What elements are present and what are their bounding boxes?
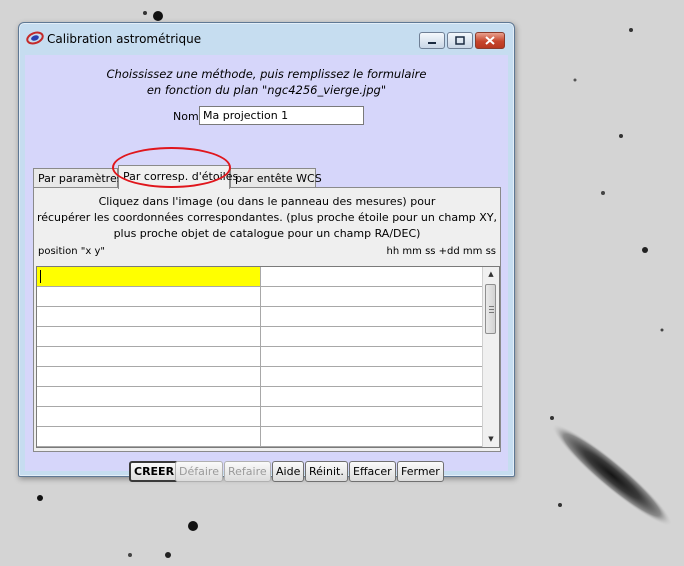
scroll-up-icon[interactable]: ▲ <box>483 267 499 282</box>
star <box>629 28 633 32</box>
table-row <box>37 287 485 307</box>
table-row <box>37 367 485 387</box>
table-row <box>37 347 485 367</box>
position-cell[interactable] <box>37 387 261 407</box>
coordinates-cell[interactable] <box>261 327 485 347</box>
star-matching-panel: Cliquez dans l'image (ou dans le panneau… <box>33 187 501 452</box>
table-row <box>37 407 485 427</box>
window-title: Calibration astrométrique <box>47 32 202 46</box>
calibration-window: Calibration astrométrique Choississez un… <box>18 22 515 482</box>
refaire-button[interactable]: Refaire <box>224 461 271 482</box>
coordinates-cell[interactable] <box>261 347 485 367</box>
instructions: Choississez une méthode, puis remplissez… <box>25 66 508 98</box>
star <box>619 134 623 138</box>
position-cell[interactable] <box>37 367 261 387</box>
text-caret <box>40 270 41 283</box>
table-row <box>37 307 485 327</box>
defaire-button[interactable]: Défaire <box>175 461 223 482</box>
red-highlight-ellipse <box>112 147 231 188</box>
correspondence-table: ▲ ▼ <box>36 266 500 448</box>
panel-description: Cliquez dans l'image (ou dans le panneau… <box>34 194 500 242</box>
close-window-button[interactable] <box>475 32 505 49</box>
position-cell-active[interactable] <box>37 267 261 287</box>
maximize-icon <box>455 36 465 45</box>
galaxy-app-icon <box>26 31 44 45</box>
coordinates-cell[interactable] <box>261 387 485 407</box>
star <box>37 495 43 501</box>
scrollbar-thumb[interactable] <box>485 284 496 334</box>
position-cell[interactable] <box>37 347 261 367</box>
position-cell[interactable] <box>37 447 261 448</box>
tab-par-entete-wcs[interactable]: par entête WCS <box>230 168 322 188</box>
coordinates-cell[interactable] <box>261 307 485 327</box>
star <box>188 521 198 531</box>
table-row <box>37 427 485 447</box>
star <box>550 416 554 420</box>
panel-description-line: récupérer les coordonnées correspondante… <box>36 211 498 224</box>
panel-description-line: Cliquez dans l'image (ou dans le panneau… <box>98 195 436 208</box>
table-row <box>37 387 485 407</box>
window-client-area: Choississez une méthode, puis remplissez… <box>25 55 508 482</box>
star <box>153 11 163 21</box>
position-cell[interactable] <box>37 407 261 427</box>
column-header-position: position "x y" <box>38 246 106 257</box>
position-cell[interactable] <box>37 287 261 307</box>
creer-button[interactable]: CREER <box>129 461 180 482</box>
minimize-icon <box>428 41 436 44</box>
star <box>558 503 562 507</box>
name-label: Nom: <box>173 110 203 123</box>
star <box>143 11 147 15</box>
table-rows <box>37 267 485 448</box>
name-input[interactable] <box>199 106 364 125</box>
star <box>128 553 132 557</box>
table-scrollbar[interactable]: ▲ ▼ <box>482 267 499 447</box>
star <box>165 552 171 558</box>
reinit-button[interactable]: Réinit. <box>305 461 348 482</box>
table-row <box>37 267 485 287</box>
fermer-button[interactable]: Fermer <box>397 461 444 482</box>
maximize-button[interactable] <box>447 32 473 49</box>
close-icon <box>485 36 495 45</box>
position-cell[interactable] <box>37 307 261 327</box>
coordinates-cell[interactable] <box>261 447 485 448</box>
position-cell[interactable] <box>37 327 261 347</box>
table-row <box>37 327 485 347</box>
star <box>601 191 605 195</box>
table-row <box>37 447 485 448</box>
coordinates-cell[interactable] <box>261 267 485 287</box>
instructions-line-2: en fonction du plan "ngc4256_vierge.jpg" <box>146 83 387 97</box>
coordinates-cell[interactable] <box>261 367 485 387</box>
aide-button[interactable]: Aide <box>272 461 305 482</box>
star <box>573 78 577 82</box>
position-cell[interactable] <box>37 427 261 447</box>
star <box>660 328 664 332</box>
panel-description-line: plus proche objet de catalogue pour un c… <box>113 227 421 240</box>
minimize-button[interactable] <box>419 32 445 49</box>
coordinates-cell[interactable] <box>261 407 485 427</box>
column-header-coordinates: hh mm ss +dd mm ss <box>386 246 496 257</box>
tab-par-parametres[interactable]: Par paramètres <box>33 168 122 188</box>
coordinates-cell[interactable] <box>261 287 485 307</box>
star <box>642 247 648 253</box>
coordinates-cell[interactable] <box>261 427 485 447</box>
effacer-button[interactable]: Effacer <box>349 461 396 482</box>
scroll-down-icon[interactable]: ▼ <box>483 432 499 447</box>
instructions-line-1: Choississez une méthode, puis remplissez… <box>106 67 427 81</box>
title-bar[interactable]: Calibration astrométrique <box>19 23 514 55</box>
